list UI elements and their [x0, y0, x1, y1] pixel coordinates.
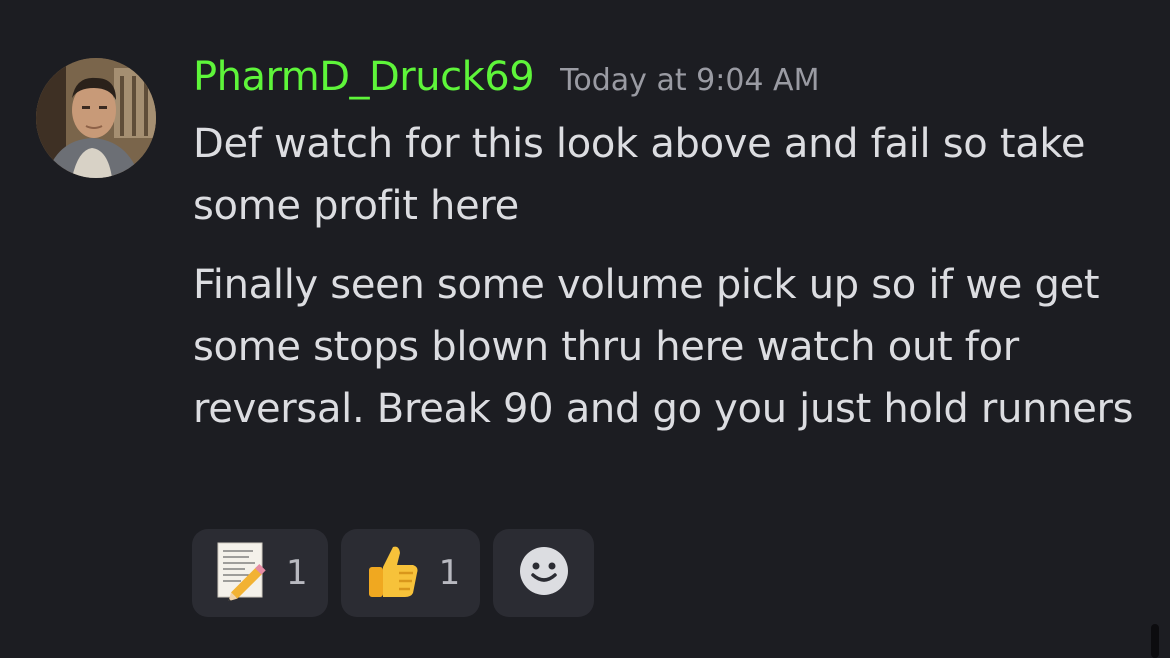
add-reaction-button[interactable]	[493, 529, 595, 617]
message-header: PharmD_Druck69 Today at 9:04 AM	[193, 54, 819, 100]
smiley-add-reaction-icon	[518, 545, 570, 601]
thumbs-up-emoji-icon	[363, 541, 423, 605]
reaction-memo[interactable]: 1	[192, 529, 328, 617]
username[interactable]: PharmD_Druck69	[193, 54, 535, 100]
memo-emoji-icon	[214, 541, 270, 605]
reaction-count: 1	[286, 553, 308, 593]
scrollbar[interactable]	[1151, 624, 1159, 658]
timestamp: Today at 9:04 AM	[560, 63, 820, 98]
message-paragraph: Finally seen some volume pick up so if w…	[193, 262, 1134, 432]
reaction-bar: 1 1	[192, 529, 595, 617]
reaction-count: 1	[438, 553, 461, 593]
reaction-thumbs-up[interactable]: 1	[340, 529, 481, 617]
chat-message: PharmD_Druck69 Today at 9:04 AM Def watc…	[0, 0, 1170, 658]
message-paragraph: Def watch for this look above and fail s…	[193, 121, 1086, 229]
user-avatar[interactable]	[36, 58, 156, 178]
